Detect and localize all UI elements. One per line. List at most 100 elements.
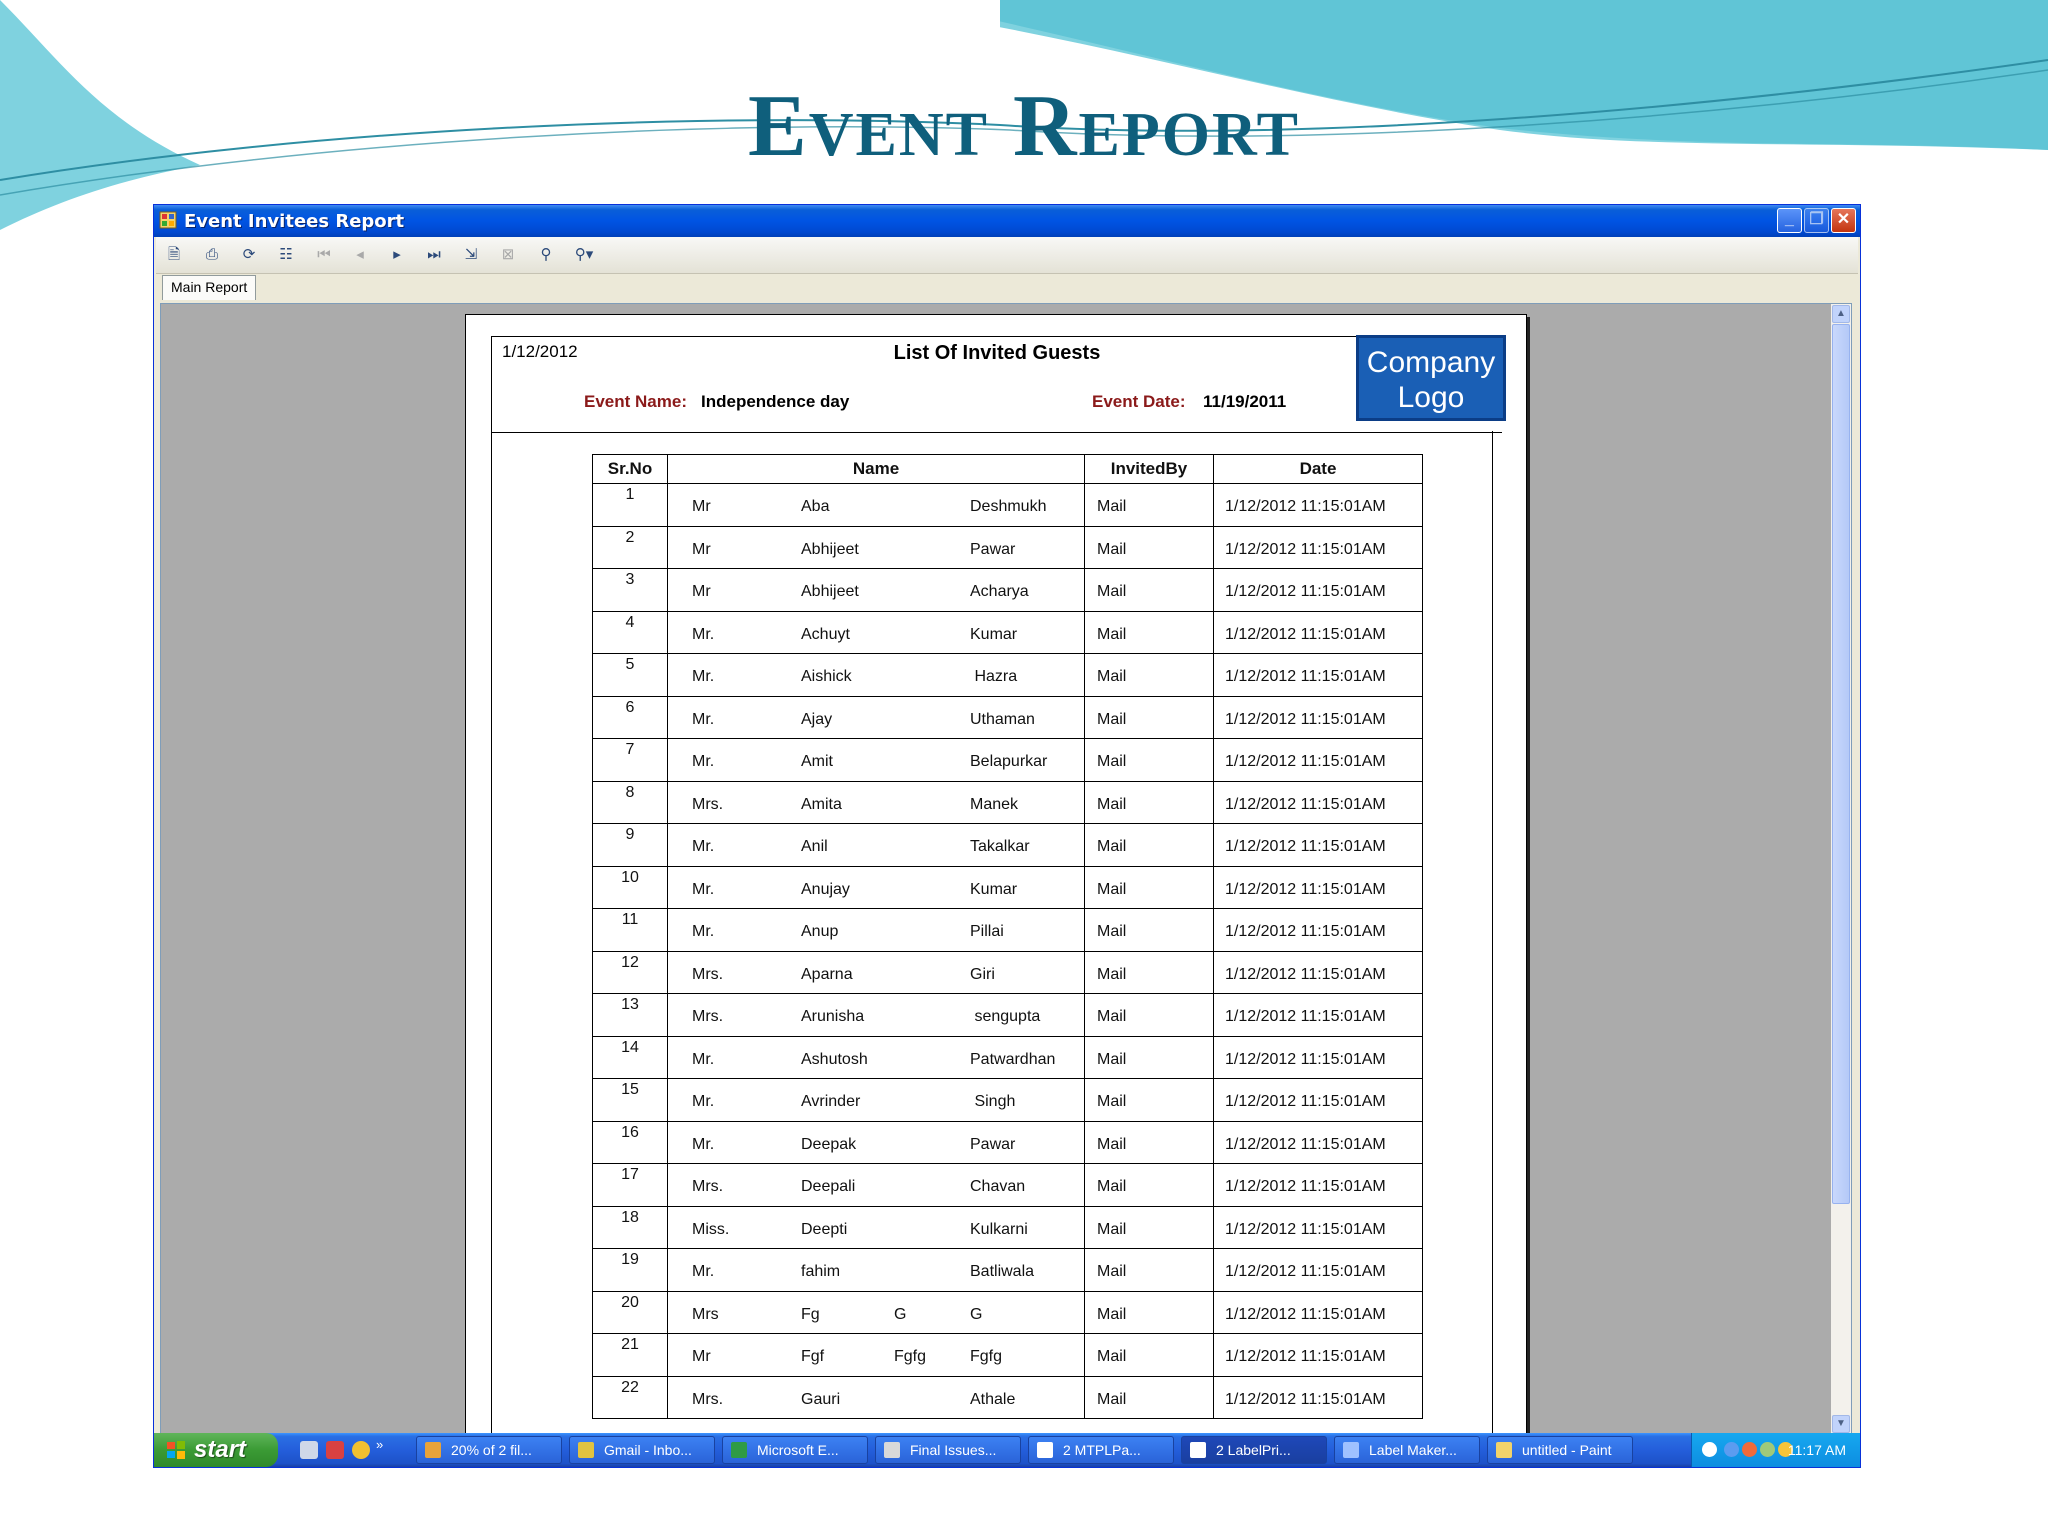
name-title: Mr <box>692 583 711 600</box>
window-titlebar[interactable]: Event Invitees Report _ ❐ ✕ <box>154 205 1860 237</box>
srno-text: 5 <box>625 656 635 673</box>
cell-date: 1/12/2012 11:15:01AM <box>1213 1205 1423 1249</box>
cell-date: 1/12/2012 11:15:01AM <box>1213 1078 1423 1122</box>
vertical-scrollbar[interactable]: ▲ ▼ <box>1831 304 1851 1434</box>
cell-invitedby: Mail <box>1084 950 1214 994</box>
cell-date: 1/12/2012 11:15:01AM <box>1213 483 1423 527</box>
table-row: 16 Mr. Deepak Pawar Mail 1/12/2012 11:15:01AM <box>592 1120 1423 1164</box>
refresh-icon[interactable]: ⟳ <box>239 245 259 265</box>
report-viewer: 1/12/2012 List Of Invited Guests Event N… <box>160 303 1852 1435</box>
cell-date: 1/12/2012 11:15:01AM <box>1213 525 1423 569</box>
table-row: 12 Mrs. Aparna Giri Mail 1/12/2012 11:15:01AM <box>592 950 1423 994</box>
taskbar-task-button[interactable]: 2 LabelPri... <box>1181 1436 1327 1464</box>
tab-main-report[interactable]: Main Report <box>162 275 257 300</box>
taskbar-task-button[interactable]: untitled - Paint <box>1487 1436 1633 1464</box>
cell-srno: 18 <box>592 1205 668 1249</box>
invitedby-text: Mail <box>1097 1135 1127 1153</box>
taskbar-task-button[interactable]: Final Issues... <box>875 1436 1021 1464</box>
scroll-up-icon[interactable]: ▲ <box>1832 305 1850 323</box>
last-page-icon[interactable]: ⏭ <box>424 245 444 265</box>
export-icon[interactable]: 🗎 <box>164 245 184 265</box>
taskbar-task-button[interactable]: Label Maker... <box>1334 1436 1480 1464</box>
name-first: Aishick <box>801 668 852 685</box>
name-last: Pawar <box>970 1135 1016 1153</box>
name-last: Athale <box>970 1390 1016 1408</box>
task-label: 2 MTPLPa... <box>1063 1442 1141 1458</box>
taskbar-task-button[interactable]: Microsoft E... <box>722 1436 868 1464</box>
name-last: Manek <box>970 795 1019 813</box>
table-row: 6 Mr. Ajay Uthaman Mail 1/12/2012 11:15:01AM <box>592 695 1423 739</box>
network-icon[interactable] <box>1724 1442 1739 1457</box>
task-label: 20% of 2 fil... <box>451 1442 532 1458</box>
report-page: 1/12/2012 List Of Invited Guests Event N… <box>465 314 1527 1434</box>
cell-date: 1/12/2012 11:15:01AM <box>1213 653 1423 697</box>
print-icon[interactable]: ⎙ <box>202 245 222 265</box>
close-button[interactable]: ✕ <box>1831 208 1856 233</box>
taskbar-task-button[interactable]: 20% of 2 fil... <box>416 1436 562 1464</box>
search-icon[interactable]: ⚲ <box>536 245 556 265</box>
quicklaunch-icon-1[interactable] <box>300 1441 318 1459</box>
name-title: Mrs <box>692 1305 719 1323</box>
task-label: Final Issues... <box>910 1442 997 1458</box>
srno-text: 19 <box>621 1251 639 1268</box>
cell-name: Mr Abhijeet Acharya <box>667 568 1085 612</box>
column-header-name: Name <box>667 454 1085 484</box>
invitedby-text: Mail <box>1097 1093 1127 1110</box>
table-row: 22 Mrs. Gauri Athale Mail 1/12/2012 11:15:01A… <box>592 1375 1423 1419</box>
taskbar-task-button[interactable]: 2 MTPLPa... <box>1028 1436 1174 1464</box>
name-last: sengupta <box>970 1008 1041 1025</box>
cell-name: Mr. Anup Pillai <box>667 908 1085 952</box>
taskbar-task-button[interactable]: Gmail - Inbo... <box>569 1436 715 1464</box>
cell-invitedby: Mail <box>1084 738 1214 782</box>
task-label: Microsoft E... <box>757 1442 839 1458</box>
minimize-button[interactable]: _ <box>1777 208 1802 233</box>
cell-name: Mr. fahim Batliwala <box>667 1248 1085 1292</box>
date-text: 1/12/2012 11:15:01AM <box>1225 1305 1386 1323</box>
cell-date: 1/12/2012 11:15:01AM <box>1213 738 1423 782</box>
name-last: Kumar <box>970 625 1018 643</box>
security-icon[interactable] <box>1742 1442 1757 1457</box>
maximize-button[interactable]: ❐ <box>1804 208 1829 233</box>
window-icon <box>1037 1442 1053 1458</box>
help-icon[interactable] <box>1702 1442 1717 1457</box>
invitedby-text: Mail <box>1097 540 1127 558</box>
previous-page-icon[interactable]: ◂ <box>350 245 370 265</box>
quicklaunch-chrome-icon[interactable] <box>352 1441 370 1459</box>
scroll-down-icon[interactable]: ▼ <box>1832 1415 1850 1433</box>
quicklaunch-icon-2[interactable] <box>326 1441 344 1459</box>
invitedby-text: Mail <box>1097 795 1127 813</box>
invitedby-text: Mail <box>1097 1348 1127 1365</box>
volume-icon[interactable] <box>1760 1442 1775 1457</box>
quicklaunch-more-icon[interactable]: » <box>376 1437 383 1452</box>
first-page-icon[interactable]: ⏮ <box>314 245 334 265</box>
scroll-thumb[interactable] <box>1832 324 1850 1204</box>
group-tree-icon[interactable]: ☷ <box>276 245 296 265</box>
name-first: Anil <box>801 838 828 855</box>
report-heading: List Of Invited Guests <box>893 342 1101 364</box>
start-button[interactable]: start <box>154 1433 278 1467</box>
cell-date: 1/12/2012 11:15:01AM <box>1213 865 1423 909</box>
date-text: 1/12/2012 11:15:01AM <box>1225 1220 1386 1238</box>
table-header-row: Sr.No Name InvitedBy Date <box>592 454 1423 484</box>
logo-line-1: Company <box>1366 346 1496 379</box>
date-text: 1/12/2012 11:15:01AM <box>1225 880 1386 898</box>
name-last: Kulkarni <box>970 1220 1028 1238</box>
tab-strip: Main Report <box>158 273 1858 300</box>
name-title: Mr. <box>692 1263 715 1280</box>
name-first: Amita <box>801 795 842 813</box>
cell-invitedby: Mail <box>1084 908 1214 952</box>
name-title: Mrs. <box>692 1178 724 1195</box>
cell-invitedby: Mail <box>1084 653 1214 697</box>
cell-invitedby: Mail <box>1084 1248 1214 1292</box>
cell-srno: 4 <box>592 610 668 654</box>
goto-page-icon[interactable]: ⇲ <box>461 245 481 265</box>
download-icon <box>425 1442 441 1458</box>
next-page-icon[interactable]: ▸ <box>387 245 407 265</box>
cell-date: 1/12/2012 11:15:01AM <box>1213 823 1423 867</box>
stop-icon[interactable]: ⊠ <box>498 245 518 265</box>
zoom-icon[interactable]: ⚲▾ <box>574 245 594 265</box>
table-row: 11 Mr. Anup Pillai Mail 1/12/2012 11:15:01AM <box>592 908 1423 952</box>
cell-date: 1/12/2012 11:15:01AM <box>1213 1163 1423 1207</box>
cell-invitedby: Mail <box>1084 780 1214 824</box>
table-row: 7 Mr. Amit Belapurkar Mail 1/12/2012 11:15:01… <box>592 738 1423 782</box>
